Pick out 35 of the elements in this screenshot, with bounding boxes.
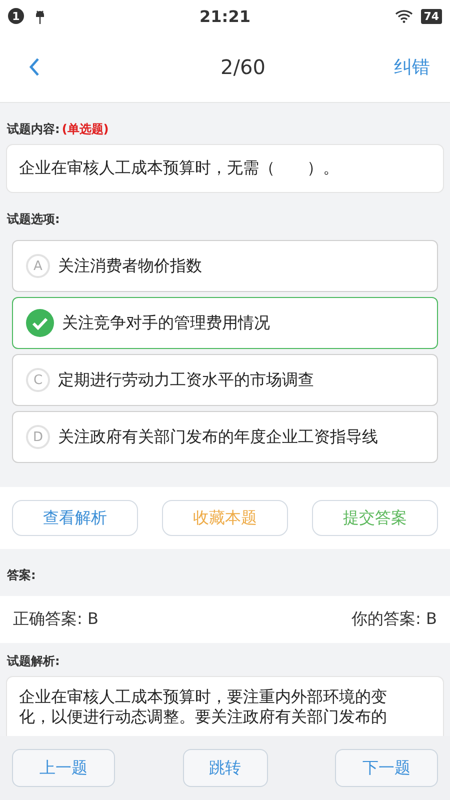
section-label: 答案:	[7, 567, 36, 584]
page-counter: 2/60	[220, 55, 266, 79]
action-button[interactable]: 查看解析	[12, 500, 138, 536]
report-error-link[interactable]: 纠错	[394, 55, 430, 79]
section-label: 试题选项:	[7, 211, 60, 228]
option-text: 关注政府有关部门发布的年度企业工资指导线	[58, 426, 378, 448]
option-letter: A	[26, 254, 50, 278]
action-button[interactable]: 收藏本题	[162, 500, 288, 536]
notification-badge: 1	[8, 8, 24, 24]
battery-indicator: 74	[420, 8, 442, 24]
question-type: (单选题)	[62, 121, 109, 138]
option-text: 定期进行劳动力工资水平的市场调查	[58, 370, 314, 390]
nav-button[interactable]: 下一题	[335, 749, 438, 787]
android-icon	[34, 8, 46, 24]
option-text: 关注竞争对手的管理费用情况	[62, 312, 270, 334]
explanation-line: 化，以便进行动态调整。要关注政府有关部门发布的	[19, 707, 388, 727]
correct-answer: 正确答案: B	[13, 609, 98, 630]
action-button[interactable]: 提交答案	[312, 500, 438, 536]
wifi-icon	[394, 9, 413, 23]
question-text: 企业在审核人工成本预算时，无需（ ）。	[6, 144, 444, 193]
option-letter: C	[26, 368, 50, 392]
clock: 21:21	[200, 6, 250, 26]
section-label: 试题解析:	[7, 653, 60, 670]
explanation-line: 企业在审核人工成本预算时，要注重内外部环境的变	[19, 687, 388, 707]
option-text: 关注消费者物价指数	[58, 256, 202, 276]
section-label: 试题内容:	[7, 121, 60, 138]
your-answer: 你的答案: B	[352, 609, 437, 630]
answer-option[interactable]: D 关注政府有关部门发布的年度企业工资指导线	[12, 411, 438, 463]
nav-button[interactable]: 上一题	[12, 749, 115, 787]
answer-option[interactable]: C 定期进行劳动力工资水平的市场调查	[12, 354, 438, 406]
answer-option[interactable]: 关注竞争对手的管理费用情况	[12, 297, 438, 349]
option-letter: D	[26, 425, 50, 449]
check-icon	[26, 309, 54, 337]
answer-option[interactable]: A 关注消费者物价指数	[12, 240, 438, 292]
nav-button[interactable]: 跳转	[182, 749, 268, 787]
